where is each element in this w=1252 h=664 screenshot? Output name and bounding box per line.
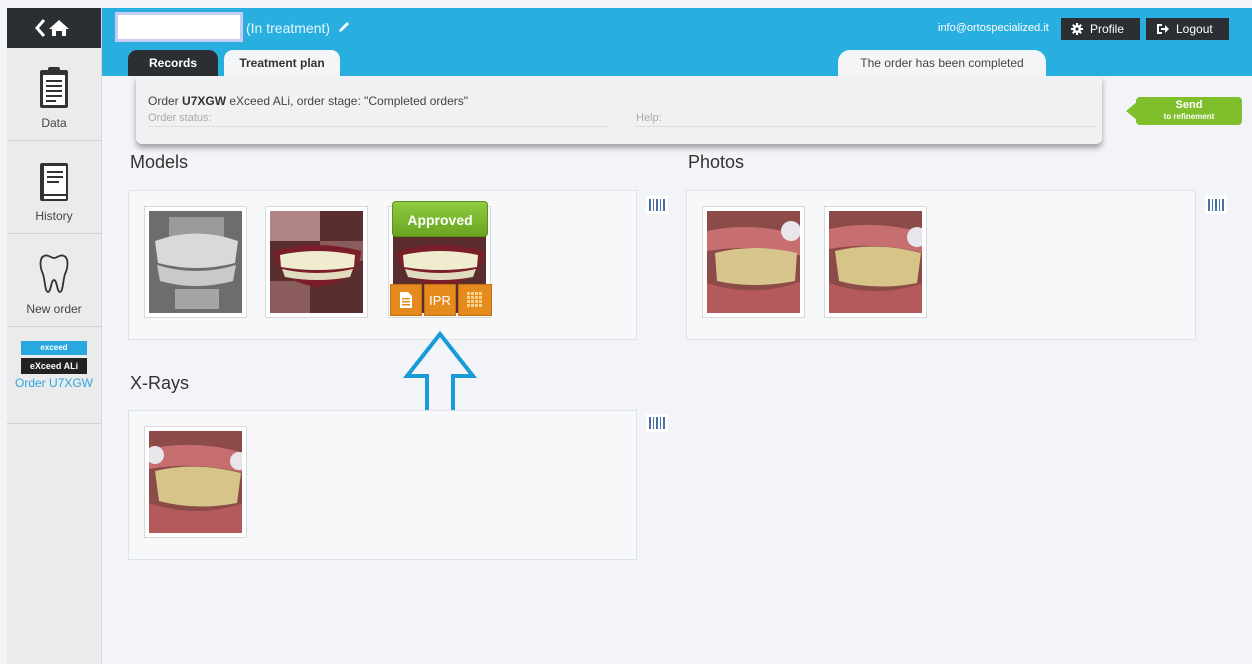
- gear-icon: [1071, 23, 1083, 35]
- send-sublabel: to refinement: [1163, 112, 1215, 121]
- xray-image: [149, 431, 242, 533]
- sidebar-item-label: Data: [41, 116, 67, 130]
- order-info-panel: Order U7XGW eXceed ALi, order stage: "Co…: [136, 76, 1102, 144]
- user-email: info@ortospecialized.it: [938, 22, 1049, 34]
- order-prefix: Order: [148, 94, 179, 108]
- sidebar-item-new-order[interactable]: New order: [7, 234, 101, 327]
- order-label: Order U7XGW: [14, 376, 93, 390]
- photo-image: [829, 211, 922, 313]
- sidebar: Data History New order exceed eXceed ALi…: [7, 8, 102, 664]
- order-badge-bottom: eXceed ALi: [21, 358, 87, 374]
- grid-icon: [467, 292, 482, 307]
- patient-status: (In treatment): [246, 20, 331, 36]
- ipr-button[interactable]: IPR: [424, 284, 456, 316]
- model-thumbnail-smile[interactable]: [265, 206, 368, 318]
- model-smile-image: [270, 211, 363, 313]
- tab-records[interactable]: Records: [128, 50, 218, 76]
- order-badge-top: exceed: [21, 341, 87, 355]
- order-stage-line: Order U7XGW eXceed ALi, order stage: "Co…: [148, 94, 468, 108]
- back-home-icon: [35, 19, 69, 37]
- document-button[interactable]: [390, 284, 422, 316]
- photo-thumbnail[interactable]: [824, 206, 927, 318]
- model-3d-image: [149, 211, 242, 313]
- document-icon: [400, 292, 412, 308]
- order-completed-notice: The order has been completed: [838, 50, 1046, 76]
- logout-icon: [1157, 24, 1169, 34]
- sidebar-item-label: New order: [26, 302, 82, 316]
- models-title: Models: [130, 152, 189, 172]
- sidebar-item-history[interactable]: History: [7, 141, 101, 234]
- barcode-icon[interactable]: [1205, 196, 1227, 214]
- grid-button[interactable]: [458, 284, 492, 316]
- back-home-button[interactable]: [7, 8, 101, 48]
- logout-label: Logout: [1176, 22, 1213, 36]
- tab-treatment-plan[interactable]: Treatment plan: [224, 50, 340, 76]
- model-thumbnail-3d[interactable]: [144, 206, 247, 318]
- send-label: Send: [1175, 99, 1203, 111]
- help-label: Help:: [636, 112, 1096, 127]
- sidebar-item-label: History: [35, 209, 73, 223]
- profile-label: Profile: [1090, 22, 1125, 36]
- pencil-icon[interactable]: [337, 20, 351, 34]
- book-icon: [40, 163, 68, 201]
- barcode-icon[interactable]: [646, 196, 668, 214]
- header: (In treatment) info@ortospecialized.it P…: [102, 8, 1252, 76]
- profile-button[interactable]: Profile: [1061, 18, 1140, 40]
- photos-title: Photos: [688, 152, 745, 172]
- xray-thumbnail[interactable]: [144, 426, 247, 538]
- send-to-refinement-button[interactable]: Send to refinement: [1126, 97, 1242, 125]
- photo-image: [707, 211, 800, 313]
- order-code: U7XGW: [182, 94, 227, 108]
- sidebar-item-data[interactable]: Data: [7, 48, 101, 141]
- patient-name-field[interactable]: [115, 12, 243, 42]
- barcode-icon[interactable]: [646, 414, 668, 432]
- order-status-label: Order status:: [148, 112, 608, 127]
- tooth-icon: [39, 254, 69, 293]
- approved-badge: Approved: [392, 201, 488, 237]
- photo-thumbnail[interactable]: [702, 206, 805, 318]
- order-stage: eXceed ALi, order stage: "Completed orde…: [226, 94, 469, 108]
- logout-button[interactable]: Logout: [1146, 18, 1229, 40]
- sidebar-item-order[interactable]: exceed eXceed ALi Order U7XGW: [7, 327, 101, 424]
- xrays-title: X-Rays: [130, 373, 190, 393]
- clipboard-icon: [40, 67, 68, 108]
